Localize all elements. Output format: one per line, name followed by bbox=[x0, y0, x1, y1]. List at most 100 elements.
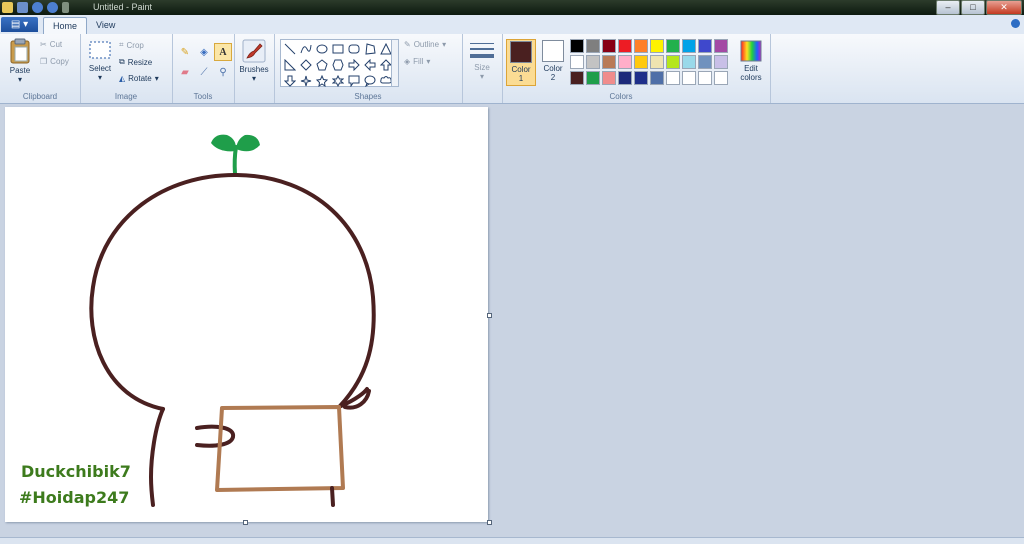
shapes-gallery-scroll[interactable] bbox=[391, 39, 399, 87]
palette-color-swatch[interactable] bbox=[714, 55, 728, 69]
save-icon[interactable] bbox=[17, 2, 28, 13]
palette-color-swatch[interactable] bbox=[634, 39, 648, 53]
diamond-shape-icon[interactable] bbox=[298, 57, 313, 72]
palette-color-swatch[interactable] bbox=[650, 55, 664, 69]
palette-color-swatch[interactable] bbox=[666, 55, 680, 69]
four-point-star-shape-icon[interactable] bbox=[298, 73, 313, 88]
oval-shape-icon[interactable] bbox=[314, 41, 329, 56]
brush-icon bbox=[242, 39, 266, 63]
paste-dropdown-icon[interactable]: ▾ bbox=[5, 75, 35, 84]
copy-button[interactable]: ❐ Copy bbox=[40, 57, 69, 66]
magnifier-icon[interactable]: ⚲ bbox=[214, 63, 232, 81]
title-bar: Untitled - Paint – □ ✕ bbox=[0, 0, 1024, 15]
outline-icon: ✎ bbox=[404, 40, 411, 49]
palette-color-swatch[interactable] bbox=[570, 71, 584, 85]
undo-icon[interactable] bbox=[32, 2, 43, 13]
palette-color-swatch[interactable] bbox=[666, 39, 680, 53]
right-arrow-shape-icon[interactable] bbox=[346, 57, 361, 72]
brushes-button[interactable]: Brushes ▾ bbox=[238, 39, 270, 83]
rotate-button[interactable]: ◭ Rotate ▾ bbox=[119, 74, 159, 83]
rotate-label: Rotate bbox=[128, 74, 152, 83]
palette-color-swatch[interactable] bbox=[618, 71, 632, 85]
redo-icon[interactable] bbox=[47, 2, 58, 13]
eraser-icon[interactable]: ▰ bbox=[176, 63, 194, 81]
oval-callout-shape-icon[interactable] bbox=[362, 73, 377, 88]
rectangular-callout-shape-icon[interactable] bbox=[346, 73, 361, 88]
paste-button[interactable]: Paste ▾ bbox=[5, 38, 35, 84]
palette-color-swatch[interactable] bbox=[602, 55, 616, 69]
canvas-resize-handle-corner[interactable] bbox=[487, 520, 492, 525]
tab-home[interactable]: Home bbox=[43, 17, 88, 35]
fill-bucket-icon[interactable]: ◈ bbox=[195, 43, 213, 61]
palette-color-swatch[interactable] bbox=[714, 39, 728, 53]
canvas-resize-handle-right[interactable] bbox=[487, 313, 492, 318]
edit-colors-button[interactable]: Edit colors bbox=[736, 40, 766, 82]
ribbon: Paste ▾ ✂ Cut ❐ Copy Clipboard Select ▾ ⌗ C… bbox=[0, 34, 1024, 104]
pentagon-shape-icon[interactable] bbox=[314, 57, 329, 72]
palette-color-swatch[interactable] bbox=[714, 71, 728, 85]
color-2-swatch bbox=[542, 40, 564, 62]
color-palette bbox=[570, 39, 728, 85]
palette-color-swatch[interactable] bbox=[698, 55, 712, 69]
color-1-button[interactable]: Color 1 bbox=[506, 39, 536, 86]
six-point-star-shape-icon[interactable] bbox=[330, 73, 345, 88]
outline-button[interactable]: ✎ Outline ▾ bbox=[404, 40, 446, 49]
ribbon-tab-row: ▤ ▾ Home View bbox=[0, 15, 1024, 35]
paint-app-icon[interactable] bbox=[2, 2, 13, 13]
color-2-button[interactable]: Color 2 bbox=[538, 39, 568, 86]
tab-view[interactable]: View bbox=[87, 17, 124, 34]
palette-color-swatch[interactable] bbox=[698, 39, 712, 53]
paint-menu-button[interactable]: ▤ ▾ bbox=[1, 17, 38, 32]
palette-color-swatch[interactable] bbox=[618, 39, 632, 53]
fill-icon: ◈ bbox=[404, 57, 411, 66]
palette-color-swatch[interactable] bbox=[602, 71, 616, 85]
rectangle-shape-icon[interactable] bbox=[330, 41, 345, 56]
hexagon-shape-icon[interactable] bbox=[330, 57, 345, 72]
down-arrow-shape-icon[interactable] bbox=[282, 73, 297, 88]
colors-group-label: Colors bbox=[609, 92, 633, 101]
curve-shape-icon[interactable] bbox=[298, 41, 313, 56]
palette-color-swatch[interactable] bbox=[570, 39, 584, 53]
palette-color-swatch[interactable] bbox=[682, 55, 696, 69]
customize-toolbar-icon[interactable] bbox=[62, 2, 69, 13]
canvas-resize-handle-bottom[interactable] bbox=[243, 520, 248, 525]
palette-color-swatch[interactable] bbox=[570, 55, 584, 69]
cut-button[interactable]: ✂ Cut bbox=[40, 40, 62, 49]
fill-button[interactable]: ◈ Fill ▾ bbox=[404, 57, 430, 66]
palette-color-swatch[interactable] bbox=[586, 55, 600, 69]
right-triangle-shape-icon[interactable] bbox=[282, 57, 297, 72]
crop-button[interactable]: ⌗ Crop bbox=[119, 40, 144, 50]
brushes-dropdown-icon[interactable]: ▾ bbox=[238, 74, 270, 83]
pencil-icon[interactable]: ✎ bbox=[176, 43, 194, 61]
help-icon[interactable] bbox=[1011, 19, 1020, 28]
line-shape-icon[interactable] bbox=[282, 41, 297, 56]
polygon-shape-icon[interactable] bbox=[362, 41, 377, 56]
palette-color-swatch[interactable] bbox=[650, 71, 664, 85]
color-2-number: 2 bbox=[550, 73, 556, 82]
size-button[interactable]: Size ▾ bbox=[467, 41, 497, 81]
color-2-label: Color bbox=[543, 64, 563, 73]
palette-color-swatch[interactable] bbox=[682, 39, 696, 53]
color-picker-icon[interactable]: ⟋ bbox=[195, 63, 213, 81]
palette-color-swatch[interactable] bbox=[682, 71, 696, 85]
five-point-star-shape-icon[interactable] bbox=[314, 73, 329, 88]
palette-color-swatch[interactable] bbox=[634, 71, 648, 85]
palette-color-swatch[interactable] bbox=[602, 39, 616, 53]
select-button[interactable]: Select ▾ bbox=[85, 40, 115, 82]
palette-color-swatch[interactable] bbox=[698, 71, 712, 85]
palette-color-swatch[interactable] bbox=[586, 71, 600, 85]
palette-color-swatch[interactable] bbox=[666, 71, 680, 85]
minimize-button[interactable]: – bbox=[936, 0, 960, 15]
palette-color-swatch[interactable] bbox=[618, 55, 632, 69]
left-arrow-shape-icon[interactable] bbox=[362, 57, 377, 72]
palette-color-swatch[interactable] bbox=[586, 39, 600, 53]
text-tool-icon[interactable]: A bbox=[214, 43, 232, 61]
drawing-canvas[interactable]: Duckchibik7 #Hoidap247 bbox=[5, 107, 488, 522]
close-button[interactable]: ✕ bbox=[986, 0, 1022, 15]
palette-color-swatch[interactable] bbox=[650, 39, 664, 53]
maximize-button[interactable]: □ bbox=[961, 0, 985, 15]
palette-color-swatch[interactable] bbox=[634, 55, 648, 69]
rounded-rectangle-shape-icon[interactable] bbox=[346, 41, 361, 56]
resize-button[interactable]: ⧉ Resize bbox=[119, 57, 152, 67]
select-dropdown-icon[interactable]: ▾ bbox=[85, 73, 115, 82]
